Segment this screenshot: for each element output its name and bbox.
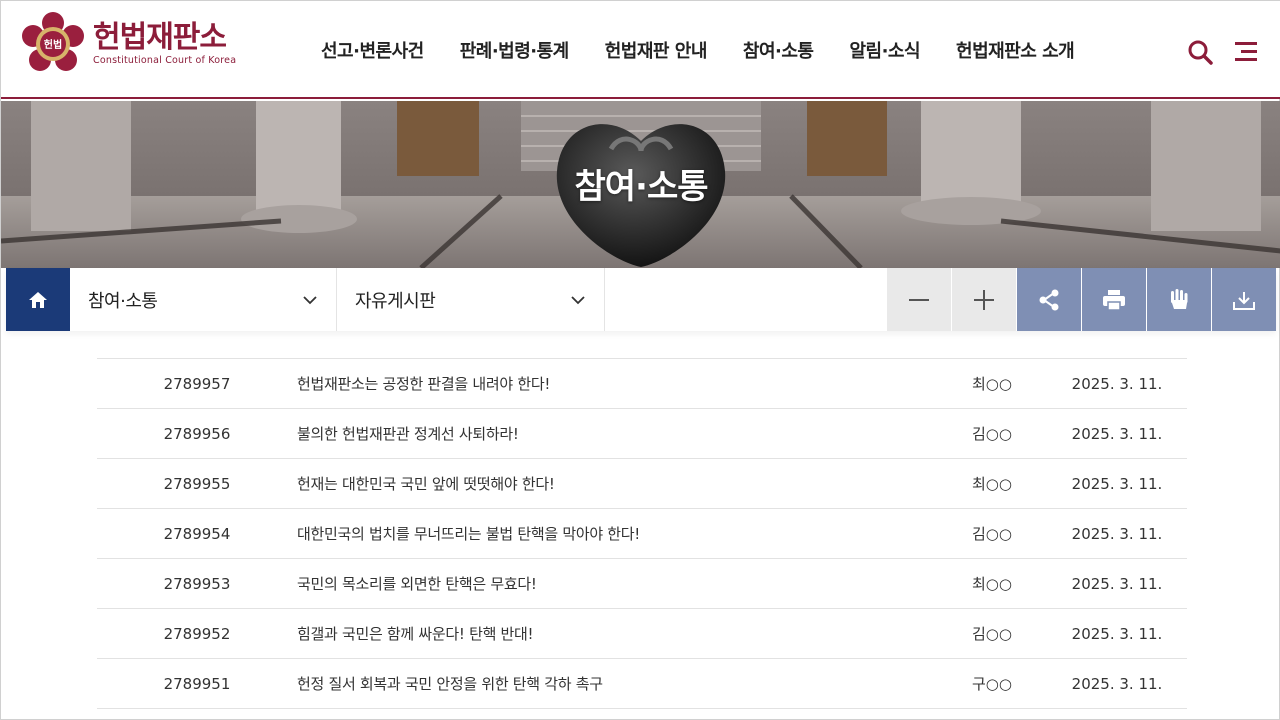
post-title-link[interactable]: 힘갤과 국민은 함께 싸운다! 탄핵 반대! [297, 623, 937, 644]
hand-icon [1171, 288, 1188, 309]
post-author: 최○○ [972, 375, 1012, 393]
post-title-link[interactable]: 헌정 질서 회복과 국민 안정을 위한 탄핵 각하 촉구 [297, 673, 937, 694]
hero-banner: 참여·소통 [1, 101, 1280, 268]
post-number: 2789953 [163, 574, 231, 593]
nav-item-participation[interactable]: 참여·소통 [743, 37, 814, 63]
chevron-down-icon [303, 295, 317, 304]
zoom-out-button[interactable] [886, 268, 951, 331]
main-nav: 선고·변론사건 판례·법령·통계 헌법재판 안내 참여·소통 알림·소식 헌법재… [321, 1, 1110, 99]
post-author: 김○○ [972, 425, 1012, 443]
table-row: 2789951 헌정 질서 회복과 국민 안정을 위한 탄핵 각하 촉구 구○○… [97, 659, 1187, 709]
share-icon [1039, 289, 1059, 310]
post-author: 김○○ [972, 625, 1012, 643]
post-title-link[interactable]: 헌재는 대한민국 국민 앞에 떳떳해야 한다! [297, 473, 937, 494]
nav-item-guide[interactable]: 헌법재판 안내 [605, 37, 708, 63]
board-dropdown[interactable]: 자유게시판 [337, 268, 605, 331]
search-icon[interactable] [1187, 39, 1213, 65]
post-author: 최○○ [972, 475, 1012, 493]
post-author: 구○○ [972, 675, 1012, 693]
zoom-out-icon [909, 298, 929, 301]
board-dropdown-label: 자유게시판 [355, 290, 436, 312]
emblem-label: 헌법 [43, 40, 63, 51]
sub-navigation-bar: 참여·소통 자유게시판 [6, 268, 1276, 331]
download-button[interactable] [1211, 268, 1276, 331]
category-dropdown-label: 참여·소통 [88, 290, 158, 312]
table-row: 2789956 불의한 헌법재판관 정계선 사퇴하라! 김○○ 2025. 3.… [97, 409, 1187, 459]
post-author: 최○○ [972, 575, 1012, 593]
post-title-link[interactable]: 불의한 헌법재판관 정계선 사퇴하라! [297, 423, 937, 444]
board-table: 2789957 헌법재판소는 공정한 판결을 내려야 한다! 최○○ 2025.… [97, 358, 1187, 709]
post-number: 2789951 [163, 674, 231, 693]
download-icon [1233, 291, 1255, 310]
share-button[interactable] [1016, 268, 1081, 331]
menu-icon[interactable] [1233, 39, 1259, 65]
nav-item-about[interactable]: 헌법재판소 소개 [956, 37, 1075, 63]
category-dropdown[interactable]: 참여·소통 [70, 268, 337, 331]
post-number: 2789954 [163, 524, 231, 543]
zoom-in-button[interactable] [951, 268, 1016, 331]
court-emblem-icon: 헌법 [21, 12, 85, 76]
page-title: 참여·소통 [574, 167, 708, 207]
home-button[interactable] [6, 268, 70, 331]
table-row: 2789953 국민의 목소리를 외면한 탄핵은 무효다! 최○○ 2025. … [97, 559, 1187, 609]
nav-item-rulings[interactable]: 선고·변론사건 [321, 37, 424, 63]
post-title-link[interactable]: 대한민국의 법치를 무너뜨리는 불법 탄핵을 막아야 한다! [297, 523, 937, 544]
table-row: 2789952 힘갤과 국민은 함께 싸운다! 탄핵 반대! 김○○ 2025.… [97, 609, 1187, 659]
logo-korean-name: 헌법재판소 [93, 20, 227, 55]
site-logo[interactable]: 헌법 헌법재판소 Constitutional Court of Korea [21, 11, 241, 77]
post-number: 2789955 [163, 474, 231, 493]
post-date: 2025. 3. 11. [1071, 374, 1163, 393]
nav-item-news[interactable]: 알림·소식 [849, 37, 920, 63]
post-title-link[interactable]: 국민의 목소리를 외면한 탄핵은 무효다! [297, 573, 937, 594]
zoom-in-icon [974, 289, 994, 310]
post-date: 2025. 3. 11. [1071, 624, 1163, 643]
post-date: 2025. 3. 11. [1071, 524, 1163, 543]
post-date: 2025. 3. 11. [1071, 574, 1163, 593]
post-date: 2025. 3. 11. [1071, 674, 1163, 693]
print-button[interactable] [1081, 268, 1146, 331]
site-header: 헌법 헌법재판소 Constitutional Court of Korea 선… [1, 1, 1280, 99]
table-row: 2789957 헌법재판소는 공정한 판결을 내려야 한다! 최○○ 2025.… [97, 359, 1187, 409]
post-date: 2025. 3. 11. [1071, 474, 1163, 493]
post-number: 2789952 [163, 624, 231, 643]
table-row: 2789955 헌재는 대한민국 국민 앞에 떳떳해야 한다! 최○○ 2025… [97, 459, 1187, 509]
post-number: 2789956 [163, 424, 231, 443]
chevron-down-icon [571, 295, 585, 304]
table-row: 2789954 대한민국의 법치를 무너뜨리는 불법 탄핵을 막아야 한다! 김… [97, 509, 1187, 559]
home-icon [29, 291, 47, 308]
post-author: 김○○ [972, 525, 1012, 543]
nav-item-precedents[interactable]: 판례·법령·통계 [460, 37, 570, 63]
post-number: 2789957 [163, 374, 231, 393]
post-title-link[interactable]: 헌법재판소는 공정한 판결을 내려야 한다! [297, 373, 937, 394]
post-date: 2025. 3. 11. [1071, 424, 1163, 443]
logo-english-name: Constitutional Court of Korea [93, 55, 237, 66]
accessibility-button[interactable] [1146, 268, 1211, 331]
print-icon [1103, 289, 1125, 311]
